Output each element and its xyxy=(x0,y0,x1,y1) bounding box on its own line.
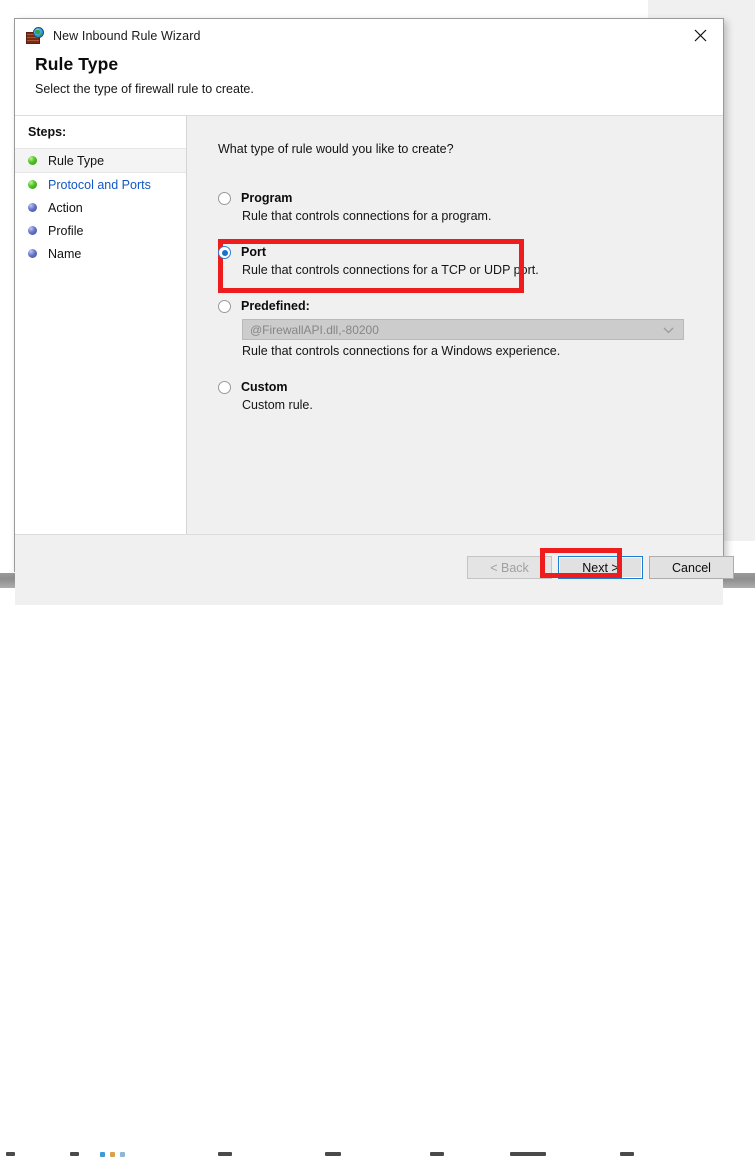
sidebar-item-label: Name xyxy=(48,246,82,261)
question-text: What type of rule would you like to crea… xyxy=(218,142,454,156)
step-bullet-icon xyxy=(28,226,37,235)
sidebar-item-label: Protocol and Ports xyxy=(48,177,151,192)
radio-predefined[interactable] xyxy=(218,300,231,313)
option-custom[interactable]: Custom Custom rule. xyxy=(218,380,723,412)
sidebar-item-rule-type[interactable]: Rule Type xyxy=(15,148,186,173)
sidebar-item-label: Action xyxy=(48,200,83,215)
radio-port[interactable] xyxy=(218,246,231,259)
title-bar: New Inbound Rule Wizard xyxy=(15,19,723,52)
option-title: Program xyxy=(241,191,293,205)
taskbar-item xyxy=(6,1152,15,1156)
taskbar-item xyxy=(430,1152,444,1156)
taskbar-item xyxy=(100,1152,105,1157)
globe-icon xyxy=(33,26,44,38)
taskbar-item xyxy=(110,1152,115,1157)
taskbar-item xyxy=(510,1152,546,1156)
option-predefined[interactable]: Predefined: @FirewallAPI.dll,-80200 Rule… xyxy=(218,299,723,358)
radio-custom[interactable] xyxy=(218,381,231,394)
option-description: Rule that controls connections for a pro… xyxy=(242,209,492,223)
sidebar-item-action[interactable]: Action xyxy=(15,196,186,219)
step-bullet-icon xyxy=(28,156,37,165)
taskbar-item xyxy=(620,1152,634,1156)
radio-program[interactable] xyxy=(218,192,231,205)
sidebar-item-protocol-and-ports[interactable]: Protocol and Ports xyxy=(15,173,186,196)
step-bullet-icon xyxy=(28,180,37,189)
cancel-button[interactable]: Cancel xyxy=(649,556,734,579)
page-subtitle: Select the type of firewall rule to crea… xyxy=(35,82,254,96)
page-title: Rule Type xyxy=(35,54,119,74)
option-title: Port xyxy=(241,245,266,259)
content-pane: What type of rule would you like to crea… xyxy=(187,116,723,534)
firewall-icon xyxy=(26,26,44,45)
dialog-header: Rule Type Select the type of firewall ru… xyxy=(15,52,723,116)
option-title: Predefined: xyxy=(241,299,310,313)
sidebar-item-profile[interactable]: Profile xyxy=(15,219,186,242)
dialog-footer: < Back Next > Cancel xyxy=(15,534,734,605)
steps-label: Steps: xyxy=(28,125,67,139)
option-description: Rule that controls connections for a TCP… xyxy=(242,263,539,277)
predefined-dropdown-value: @FirewallAPI.dll,-80200 xyxy=(250,322,379,337)
taskbar-item xyxy=(325,1152,341,1156)
taskbar-item xyxy=(70,1152,79,1156)
back-button[interactable]: < Back xyxy=(467,556,552,579)
option-port[interactable]: Port Rule that controls connections for … xyxy=(218,239,723,293)
step-bullet-icon xyxy=(28,203,37,212)
taskbar-item xyxy=(218,1152,232,1156)
sidebar-item-name[interactable]: Name xyxy=(15,242,186,265)
dialog-body: Steps: Rule Type Protocol and Ports Acti… xyxy=(15,116,723,534)
option-program[interactable]: Program Rule that controls connections f… xyxy=(218,191,723,223)
predefined-dropdown[interactable]: @FirewallAPI.dll,-80200 xyxy=(242,319,684,340)
window-title: New Inbound Rule Wizard xyxy=(53,28,201,43)
option-description: Custom rule. xyxy=(242,398,313,412)
option-title: Custom xyxy=(241,380,288,394)
next-button[interactable]: Next > xyxy=(558,556,643,579)
new-inbound-rule-wizard-dialog: New Inbound Rule Wizard Rule Type Select… xyxy=(14,18,734,605)
steps-sidebar: Steps: Rule Type Protocol and Ports Acti… xyxy=(15,116,187,534)
option-description: Rule that controls connections for a Win… xyxy=(242,344,561,358)
close-icon[interactable] xyxy=(678,19,723,51)
sidebar-item-label: Rule Type xyxy=(48,153,105,168)
step-bullet-icon xyxy=(28,249,37,258)
sidebar-item-label: Profile xyxy=(48,223,84,238)
taskbar-item xyxy=(120,1152,125,1157)
chevron-down-icon xyxy=(663,323,674,337)
